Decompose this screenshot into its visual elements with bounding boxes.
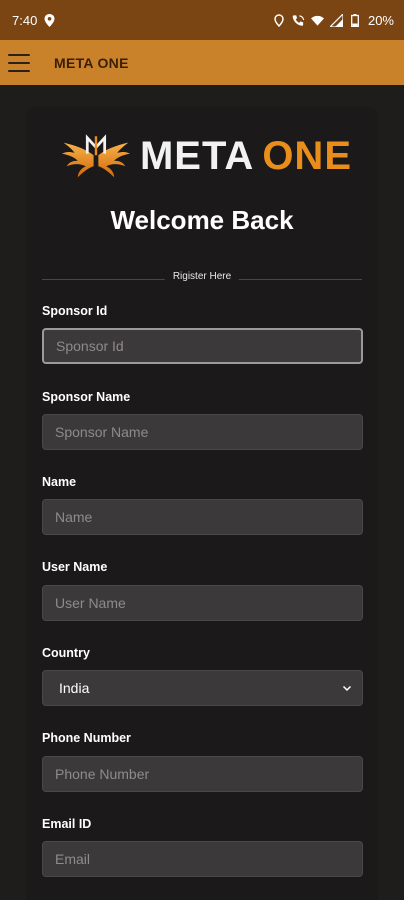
register-divider: Rigister Here xyxy=(42,271,362,287)
app-title: META ONE xyxy=(54,54,129,71)
app-bar: META ONE xyxy=(0,40,404,85)
battery-percent: 20% xyxy=(367,12,394,28)
sponsor-id-label: Sponsor Id xyxy=(42,304,108,318)
hamburger-menu-icon[interactable] xyxy=(8,53,30,72)
location-icon xyxy=(43,13,56,27)
user-name-input[interactable] xyxy=(42,585,363,621)
divider-text: Rigister Here xyxy=(164,271,240,282)
email-input[interactable] xyxy=(42,841,363,877)
signal-icon xyxy=(329,13,343,27)
register-card: META ONE Welcome Back Rigister Here Spons… xyxy=(26,107,378,900)
winged-m-logo-icon xyxy=(62,134,130,178)
user-name-label: User Name xyxy=(42,560,108,574)
battery-icon xyxy=(349,13,362,27)
status-left: 7:40 xyxy=(12,13,56,28)
logo-word-meta: META xyxy=(139,134,255,178)
logo-word-one: ONE xyxy=(262,134,352,178)
sponsor-id-input[interactable] xyxy=(42,328,363,364)
name-input[interactable] xyxy=(42,499,363,535)
status-time: 7:40 xyxy=(12,12,38,28)
country-selected-value: India xyxy=(59,680,90,696)
sponsor-name-label: Sponsor Name xyxy=(42,390,131,404)
email-id-label: Email ID xyxy=(42,817,92,831)
welcome-heading: Welcome Back xyxy=(110,205,294,235)
phone-number-label: Phone Number xyxy=(42,731,131,745)
phone-number-input[interactable] xyxy=(42,756,363,792)
status-right: 20% xyxy=(273,13,394,28)
country-label: Country xyxy=(42,646,90,660)
sponsor-name-input[interactable] xyxy=(42,414,363,450)
meta-one-logo: META ONE xyxy=(62,125,352,187)
logo-wordmark: META ONE xyxy=(140,136,352,176)
wifi-call-icon xyxy=(292,14,305,27)
chevron-down-icon xyxy=(342,683,352,693)
country-select[interactable]: India xyxy=(42,670,363,706)
wifi-icon xyxy=(310,14,324,27)
status-bar: 7:40 20% xyxy=(0,0,404,40)
name-label: Name xyxy=(42,475,77,489)
location-outline-icon xyxy=(273,13,286,27)
